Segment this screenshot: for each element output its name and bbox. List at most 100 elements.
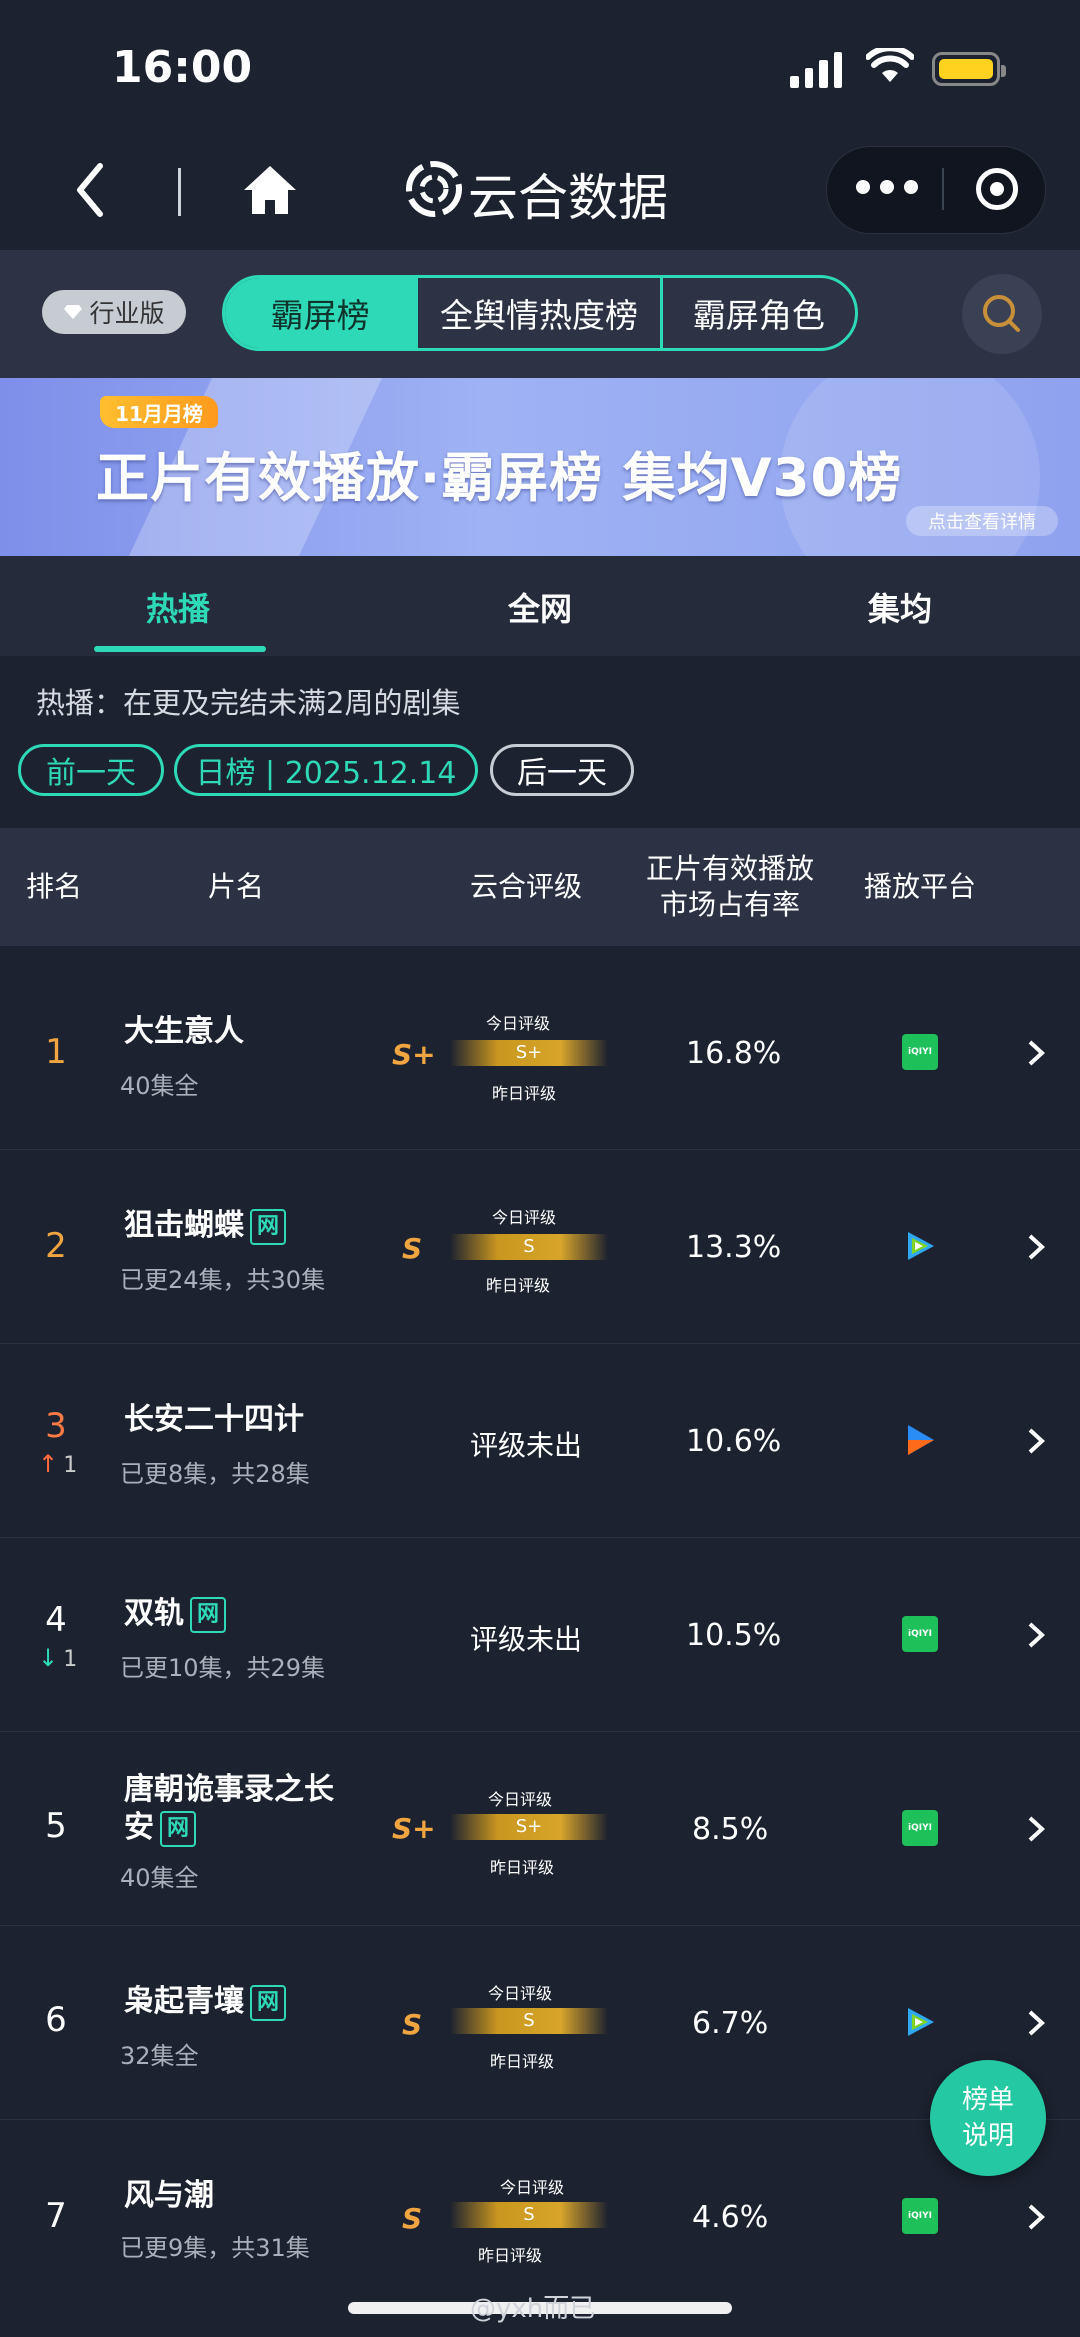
web-drama-tag: 网	[160, 1810, 196, 1847]
date-selector[interactable]: 日榜 | 2025.12.14	[174, 744, 478, 796]
grade-yesterday-label: 昨日评级	[478, 2246, 543, 2265]
more-icon[interactable]	[856, 180, 918, 194]
grade-bar-value: S+	[515, 1042, 543, 1063]
grade-today-label: 今日评级	[488, 1790, 553, 1809]
industry-edition-badge[interactable]: 行业版	[42, 290, 186, 334]
web-drama-tag: 网	[190, 1596, 226, 1633]
show-title: 大生意人	[124, 1014, 244, 1049]
grade-bar-value: S+	[515, 1816, 543, 1837]
search-button[interactable]	[962, 274, 1042, 354]
rank-number: 1	[45, 1032, 67, 1072]
list-explanation-button[interactable]: 榜单 说明	[930, 2060, 1046, 2176]
market-share: 8.5%	[692, 1812, 769, 1847]
next-day-button[interactable]: 后一天	[490, 744, 634, 796]
tencent-video-icon	[908, 2008, 934, 2036]
grade-bar: S+	[450, 1040, 608, 1066]
tab-hot[interactable]: 热播	[146, 584, 210, 630]
rank-number: 6	[45, 2000, 67, 2040]
grade-today: S+	[392, 1038, 436, 1071]
rank-down-icon: ↓	[38, 1644, 59, 1672]
rank-change: ↓ 1	[38, 1644, 77, 1672]
grade-today: S	[402, 2008, 423, 2041]
show-title: 枭起青壤网	[124, 1976, 286, 2021]
episode-status: 32集全	[120, 2042, 199, 2070]
header-share-line2: 市场占有率	[660, 888, 801, 921]
grade-yesterday-label: 昨日评级	[492, 1084, 557, 1103]
tab-all-network[interactable]: 全网	[508, 584, 572, 630]
rank-number: 3	[45, 1406, 67, 1446]
web-drama-tag: 网	[250, 1984, 286, 2021]
show-title-line2: 安网	[124, 1802, 196, 1847]
grade-pending: 评级未出	[470, 1429, 583, 1462]
show-title: 狙击蝴蝶网	[124, 1200, 286, 1245]
market-share: 10.6%	[686, 1424, 782, 1459]
ranking-type-switch: 霸屏榜 全舆情热度榜 霸屏角色	[222, 275, 858, 351]
episode-status: 已更24集，共30集	[120, 1266, 326, 1294]
nav-divider	[178, 168, 181, 216]
market-share: 4.6%	[692, 2200, 769, 2235]
status-time: 16:00	[112, 42, 253, 93]
close-miniprogram-icon[interactable]	[976, 168, 1018, 210]
header-share-line1: 正片有效播放	[646, 852, 815, 885]
home-button[interactable]	[240, 160, 300, 220]
fab-line1: 榜单	[961, 2085, 1014, 2115]
segment-dominance-list[interactable]: 霸屏榜	[225, 278, 416, 348]
rank-change-value: 1	[63, 1647, 78, 1672]
banner-title: 正片有效播放·霸屏榜 集均V30榜	[96, 448, 903, 509]
iqiyi-icon: iQIYI	[902, 2198, 938, 2234]
diamond-icon	[64, 305, 83, 319]
grade-today: S+	[392, 1812, 436, 1845]
wifi-icon	[866, 48, 914, 82]
grade-bar: S	[450, 2202, 608, 2228]
iqiyi-icon: iQIYI	[902, 1034, 938, 1070]
youku-icon	[908, 1425, 934, 1455]
grade-bar-value: S	[523, 1236, 535, 1257]
grade-yesterday-label: 昨日评级	[490, 2052, 555, 2071]
market-share: 10.5%	[686, 1618, 782, 1653]
industry-edition-label: 行业版	[89, 299, 165, 328]
grade-today: S	[402, 1232, 423, 1265]
episode-status: 已更10集，共29集	[120, 1654, 326, 1682]
market-share: 16.8%	[686, 1036, 782, 1071]
episode-status: 已更8集，共28集	[120, 1460, 310, 1488]
segment-public-opinion-list[interactable]: 全舆情热度榜	[415, 278, 659, 348]
active-tab-indicator	[94, 646, 266, 652]
rank-number: 2	[45, 1226, 67, 1266]
yunhe-logo-icon	[406, 161, 462, 217]
grade-today-label: 今日评级	[500, 2178, 565, 2197]
chevron-right-icon[interactable]	[1024, 1814, 1048, 1844]
app-title: 云合数据	[468, 169, 668, 227]
weibo-watermark: @yxh而已	[470, 2294, 596, 2324]
previous-day-button[interactable]: 前一天	[18, 744, 164, 796]
rank-number: 4	[45, 1600, 67, 1640]
header-rating: 云合评级	[470, 870, 583, 903]
chevron-right-icon[interactable]	[1024, 2008, 1048, 2038]
show-title: 长安二十四计	[124, 1402, 304, 1437]
segment-dominant-role[interactable]: 霸屏角色	[659, 278, 855, 348]
web-drama-tag: 网	[250, 1208, 286, 1245]
grade-today-label: 今日评级	[488, 1984, 553, 2003]
iqiyi-icon: iQIYI	[902, 1616, 938, 1652]
episode-status: 40集全	[120, 1864, 199, 1892]
chevron-right-icon[interactable]	[1024, 1426, 1048, 1456]
grade-bar-value: S	[523, 2010, 535, 2031]
search-icon	[983, 295, 1020, 332]
tencent-video-icon	[908, 1232, 934, 1260]
grade-yesterday-label: 昨日评级	[490, 1858, 555, 1877]
chevron-right-icon[interactable]	[1024, 2202, 1048, 2232]
header-platform: 播放平台	[864, 870, 977, 903]
chevron-right-icon[interactable]	[1024, 1038, 1048, 1068]
iqiyi-icon: iQIYI	[902, 1810, 938, 1846]
chevron-right-icon[interactable]	[1024, 1232, 1048, 1262]
capsule-divider	[942, 168, 944, 210]
rank-change: ↑ 1	[38, 1450, 77, 1478]
grade-bar-value: S	[523, 2204, 535, 2225]
back-button[interactable]	[70, 160, 110, 220]
header-rank: 排名	[26, 870, 83, 903]
tab-per-episode[interactable]: 集均	[868, 584, 932, 630]
chevron-right-icon[interactable]	[1024, 1620, 1048, 1650]
rank-change-value: 1	[63, 1453, 78, 1478]
battery-icon	[932, 52, 1006, 86]
cellular-signal-icon	[790, 52, 842, 88]
banner-detail-link[interactable]: 点击查看详情	[906, 506, 1058, 536]
